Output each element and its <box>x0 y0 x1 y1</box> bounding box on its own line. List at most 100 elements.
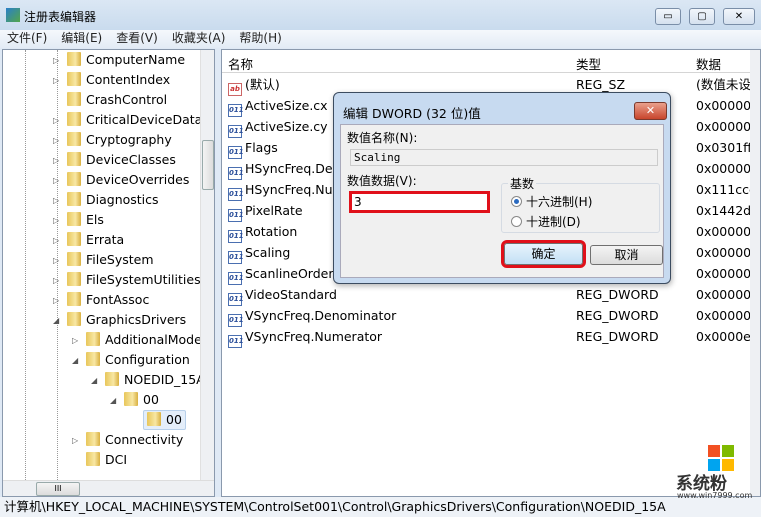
tree-item-label: Configuration <box>105 352 190 367</box>
folder-icon <box>67 312 81 326</box>
tree-item-label: NOEDID_15A <box>124 372 205 387</box>
expand-toggle-icon[interactable]: ▷ <box>72 436 78 445</box>
expand-toggle-icon[interactable]: ▷ <box>53 256 59 265</box>
folder-icon <box>124 392 138 406</box>
menu-bar: 文件(F) 编辑(E) 查看(V) 收藏夹(A) 帮助(H) <box>0 30 761 48</box>
expand-toggle-icon[interactable]: ▷ <box>72 336 78 345</box>
list-row[interactable]: 011VideoStandardREG_DWORD0x000000 <box>222 284 760 306</box>
tree-item[interactable]: Cryptography <box>67 130 172 150</box>
tree-item-label: Els <box>86 212 104 227</box>
expand-toggle-icon[interactable]: ▷ <box>53 76 59 85</box>
value-type: REG_DWORD <box>576 329 659 344</box>
value-name: Rotation <box>245 224 298 239</box>
column-name[interactable]: 名称 <box>228 54 253 73</box>
menu-help[interactable]: 帮助(H) <box>232 30 288 48</box>
tree-item[interactable]: CrashControl <box>67 90 167 110</box>
menu-edit[interactable]: 编辑(E) <box>54 30 109 48</box>
tree-item[interactable]: CriticalDeviceDatab <box>67 110 210 130</box>
tree-item[interactable]: FileSystemUtilities <box>67 270 201 290</box>
value-data: 0x000003 <box>696 119 750 134</box>
value-name: (默认) <box>245 77 280 92</box>
tree-item-label: Connectivity <box>105 432 184 447</box>
folder-icon <box>86 432 100 446</box>
folder-icon <box>67 212 81 226</box>
expand-toggle-icon[interactable]: ▷ <box>53 236 59 245</box>
tree-item[interactable]: ContentIndex <box>67 70 170 90</box>
expand-toggle-icon[interactable]: ▷ <box>53 176 59 185</box>
value-data: 0x000003 <box>696 308 750 323</box>
tree-item[interactable]: Errata <box>67 230 124 250</box>
tree-item[interactable]: GraphicsDrivers <box>67 310 186 330</box>
menu-favorites[interactable]: 收藏夹(A) <box>165 30 233 48</box>
column-data[interactable]: 数据 <box>696 54 721 73</box>
radio-decimal[interactable]: 十进制(D) <box>511 213 581 230</box>
expand-toggle-icon[interactable]: ▷ <box>53 196 59 205</box>
maximize-button[interactable]: ▢ <box>689 8 715 25</box>
tree-vertical-scrollbar[interactable] <box>200 50 214 480</box>
radio-decimal-label: 十进制(D) <box>526 215 581 229</box>
tree-item[interactable]: DeviceOverrides <box>67 170 189 190</box>
tree-horizontal-scrollbar[interactable]: III <box>3 480 214 496</box>
title-bar: 注册表编辑器 ▭ ▢ ✕ <box>0 0 761 30</box>
folder-icon <box>67 52 81 66</box>
value-name: ActiveSize.cy <box>245 119 328 134</box>
tree-item[interactable]: ComputerName <box>67 50 185 70</box>
tree-item[interactable]: Connectivity <box>86 430 183 450</box>
expand-toggle-icon[interactable]: ◢ <box>72 356 78 365</box>
tree-item[interactable]: FontAssoc <box>67 290 149 310</box>
tree-item-label: DCI <box>105 452 128 467</box>
list-header: 名称 类型 数据 <box>222 50 760 73</box>
status-bar-path: 计算机\HKEY_LOCAL_MACHINE\SYSTEM\ControlSet… <box>0 497 761 517</box>
value-name: Scaling <box>245 245 291 260</box>
dialog-close-button[interactable]: ✕ <box>634 102 667 120</box>
cancel-button[interactable]: 取消 <box>590 245 663 265</box>
list-row[interactable]: 011VSyncFreq.DenominatorREG_DWORD0x00000… <box>222 305 760 327</box>
value-data: 0x111ccc6 <box>696 182 750 197</box>
value-data-input[interactable]: 3 <box>349 191 490 213</box>
list-vertical-scrollbar[interactable] <box>750 50 760 496</box>
tree-item-label: FontAssoc <box>86 292 150 307</box>
dword-value-icon: 011 <box>228 335 244 348</box>
edit-dword-dialog: 编辑 DWORD (32 位)值 ✕ 数值名称(N): Scaling 数值数据… <box>333 92 671 284</box>
tree-item[interactable]: 00 <box>124 390 159 410</box>
tree-item[interactable]: AdditionalMode <box>86 330 202 350</box>
minimize-button[interactable]: ▭ <box>655 8 681 25</box>
tree-item[interactable]: DCI <box>86 450 127 470</box>
tree-item-label: FileSystemUtilities <box>86 272 201 287</box>
expand-toggle-icon[interactable]: ▷ <box>53 116 59 125</box>
expand-toggle-icon[interactable]: ◢ <box>91 376 97 385</box>
expand-toggle-icon[interactable]: ▷ <box>53 56 59 65</box>
tree-item-label: FileSystem <box>86 252 154 267</box>
ok-button[interactable]: 确定 <box>501 240 586 268</box>
folder-icon <box>67 132 81 146</box>
expand-toggle-icon[interactable]: ▷ <box>53 296 59 305</box>
window-title: 注册表编辑器 <box>24 10 97 24</box>
expand-toggle-icon[interactable]: ◢ <box>110 396 116 405</box>
tree-item[interactable]: Configuration <box>86 350 190 370</box>
expand-toggle-icon[interactable]: ◢ <box>53 316 59 325</box>
watermark-url: www.win7999.com <box>677 491 753 500</box>
expand-toggle-icon[interactable]: ▷ <box>53 276 59 285</box>
tree-item[interactable]: DeviceClasses <box>67 150 176 170</box>
list-row[interactable]: 011VSyncFreq.Numerator REG_DWORD 0x0000ea <box>222 326 760 348</box>
value-data-label: 数值数据(V): <box>347 174 417 188</box>
dialog-title: 编辑 DWORD (32 位)值 <box>343 106 481 121</box>
folder-icon <box>67 72 81 86</box>
expand-toggle-icon[interactable]: ▷ <box>53 216 59 225</box>
tree-item[interactable]: 00 <box>143 410 186 430</box>
expand-toggle-icon[interactable]: ▷ <box>53 136 59 145</box>
tree-item[interactable]: Els <box>67 210 104 230</box>
key-tree: ▷ ComputerName ▷ ContentIndex CrashControl ▷ C… <box>2 49 215 497</box>
tree-item[interactable]: FileSystem <box>67 250 154 270</box>
close-button[interactable]: ✕ <box>723 8 755 25</box>
tree-item[interactable]: Diagnostics <box>67 190 159 210</box>
value-name: PixelRate <box>245 203 303 218</box>
value-data: 0x000000 <box>696 287 750 302</box>
column-type[interactable]: 类型 <box>576 54 601 73</box>
expand-toggle-icon[interactable]: ▷ <box>53 156 59 165</box>
tree-item[interactable]: NOEDID_15A <box>105 370 205 390</box>
radio-hex[interactable]: 十六进制(H) <box>511 193 592 210</box>
watermark-logo: 系统粉 www.win7999.com <box>676 441 761 517</box>
menu-view[interactable]: 查看(V) <box>109 30 165 48</box>
menu-file[interactable]: 文件(F) <box>0 30 54 48</box>
